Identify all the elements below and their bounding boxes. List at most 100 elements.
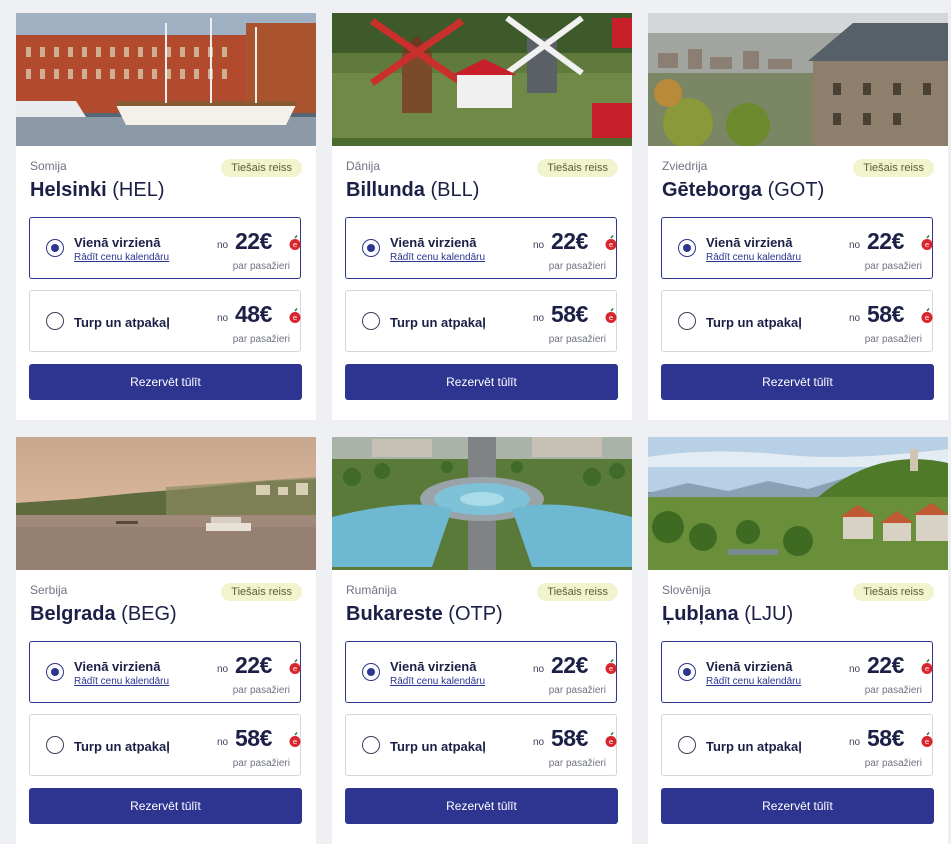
- one-way-label: Vienā virzienā: [390, 235, 477, 250]
- radio-button-checked[interactable]: [362, 239, 380, 257]
- from-label: no: [533, 313, 545, 324]
- one-way-option[interactable]: Vienā virzienā Rādīt cenu kalendāru no 2…: [345, 217, 617, 279]
- one-way-label: Vienā virzienā: [706, 659, 793, 674]
- radio-button-checked[interactable]: [678, 239, 696, 257]
- svg-text:e: e: [609, 665, 613, 673]
- country-label: Slovēnija: [662, 583, 711, 597]
- round-trip-price: 58€: [867, 725, 904, 751]
- destination-card[interactable]: Zviedrija Tiešais reiss Gēteborga (GOT) …: [648, 13, 948, 420]
- price-calendar-link[interactable]: Rādīt cenu kalendāru: [390, 676, 485, 687]
- per-passenger-label: par pasažieri: [864, 685, 922, 696]
- price-calendar-link[interactable]: Rādīt cenu kalendāru: [706, 676, 801, 687]
- radio-button-checked[interactable]: [362, 663, 380, 681]
- one-way-option[interactable]: Vienā virzienā Rādīt cenu kalendāru no 2…: [29, 217, 301, 279]
- country-label: Serbija: [30, 583, 68, 597]
- book-now-button[interactable]: Rezervēt tūlīt: [345, 364, 618, 400]
- destination-card[interactable]: Slovēnija Tiešais reiss Ļubļana (LJU) Vi…: [648, 437, 948, 844]
- one-way-option[interactable]: Vienā virzienā Rādīt cenu kalendāru no 2…: [661, 641, 933, 703]
- destination-card[interactable]: Serbija Tiešais reiss Belgrada (BEG) Vie…: [16, 437, 316, 844]
- destination-card[interactable]: Dānija Tiešais reiss Billunda (BLL) Vien…: [332, 13, 632, 420]
- radio-button[interactable]: [678, 312, 696, 330]
- destination-title: Ļubļana (LJU): [662, 603, 793, 626]
- radio-button-checked[interactable]: [46, 663, 64, 681]
- round-trip-option[interactable]: Turp un atpakaļ no 58€ e par pasažieri: [345, 714, 617, 776]
- book-now-button[interactable]: Rezervēt tūlīt: [661, 364, 934, 400]
- from-label: no: [217, 313, 229, 324]
- per-passenger-label: par pasažieri: [548, 685, 606, 696]
- from-label: no: [849, 313, 861, 324]
- round-trip-option[interactable]: Turp un atpakaļ no 58€ e par pasažieri: [661, 290, 933, 352]
- radio-button-checked[interactable]: [678, 663, 696, 681]
- radio-button[interactable]: [46, 736, 64, 754]
- svg-text:e: e: [925, 241, 929, 249]
- city-name: Bukareste: [346, 603, 443, 625]
- svg-text:e: e: [293, 665, 297, 673]
- country-label: Rumānija: [346, 583, 397, 597]
- round-trip-option[interactable]: Turp un atpakaļ no 58€ e par pasažieri: [29, 714, 301, 776]
- per-passenger-label: par pasažieri: [548, 334, 606, 345]
- round-trip-price: 48€: [235, 301, 272, 327]
- destination-card[interactable]: Somija Tiešais reiss Helsinki (HEL) Vien…: [16, 13, 316, 420]
- price-tag-icon: e: [921, 732, 933, 747]
- destination-photo[interactable]: [648, 13, 948, 146]
- round-trip-option[interactable]: Turp un atpakaļ no 58€ e par pasažieri: [345, 290, 617, 352]
- svg-text:e: e: [925, 738, 929, 746]
- destination-photo[interactable]: [332, 437, 632, 570]
- round-trip-option[interactable]: Turp un atpakaļ no 48€ e par pasažieri: [29, 290, 301, 352]
- round-trip-price: 58€: [551, 725, 588, 751]
- destination-photo[interactable]: [16, 437, 316, 570]
- destination-photo[interactable]: [648, 437, 948, 570]
- price-calendar-link[interactable]: Rādīt cenu kalendāru: [390, 252, 485, 263]
- price-calendar-link[interactable]: Rādīt cenu kalendāru: [74, 252, 169, 263]
- per-passenger-label: par pasažieri: [864, 261, 922, 272]
- destination-photo[interactable]: [332, 13, 632, 146]
- one-way-label: Vienā virzienā: [74, 235, 161, 250]
- destination-card[interactable]: Rumānija Tiešais reiss Bukareste (OTP) V…: [332, 437, 632, 844]
- one-way-price: 22€: [867, 228, 904, 254]
- destination-grid: Somija Tiešais reiss Helsinki (HEL) Vien…: [16, 13, 948, 844]
- one-way-label: Vienā virzienā: [706, 235, 793, 250]
- book-now-button[interactable]: Rezervēt tūlīt: [661, 788, 934, 824]
- price-calendar-link[interactable]: Rādīt cenu kalendāru: [74, 676, 169, 687]
- city-name: Helsinki: [30, 179, 107, 201]
- round-trip-label: Turp un atpakaļ: [390, 739, 486, 754]
- radio-button[interactable]: [46, 312, 64, 330]
- per-passenger-label: par pasažieri: [232, 685, 290, 696]
- airport-code: (GOT): [767, 179, 825, 201]
- svg-text:e: e: [293, 241, 297, 249]
- round-trip-label: Turp un atpakaļ: [74, 739, 170, 754]
- round-trip-option[interactable]: Turp un atpakaļ no 58€ e par pasažieri: [661, 714, 933, 776]
- price-tag-icon: e: [289, 308, 301, 323]
- radio-button[interactable]: [362, 312, 380, 330]
- price-tag-icon: e: [289, 235, 301, 250]
- city-name: Ļubļana: [662, 603, 739, 625]
- price-tag-icon: e: [605, 235, 617, 250]
- one-way-price: 22€: [235, 652, 272, 678]
- one-way-option[interactable]: Vienā virzienā Rādīt cenu kalendāru no 2…: [661, 217, 933, 279]
- price-tag-icon: e: [289, 659, 301, 674]
- book-now-button[interactable]: Rezervēt tūlīt: [29, 788, 302, 824]
- svg-text:e: e: [293, 314, 297, 322]
- from-label: no: [217, 737, 229, 748]
- one-way-option[interactable]: Vienā virzienā Rādīt cenu kalendāru no 2…: [29, 641, 301, 703]
- radio-button-checked[interactable]: [46, 239, 64, 257]
- book-now-button[interactable]: Rezervēt tūlīt: [29, 364, 302, 400]
- one-way-option[interactable]: Vienā virzienā Rādīt cenu kalendāru no 2…: [345, 641, 617, 703]
- svg-text:e: e: [293, 738, 297, 746]
- airport-code: (BLL): [430, 179, 480, 201]
- round-trip-label: Turp un atpakaļ: [390, 315, 486, 330]
- from-label: no: [849, 664, 861, 675]
- from-label: no: [533, 240, 545, 251]
- book-now-button[interactable]: Rezervēt tūlīt: [345, 788, 618, 824]
- radio-button[interactable]: [678, 736, 696, 754]
- round-trip-price: 58€: [551, 301, 588, 327]
- price-calendar-link[interactable]: Rādīt cenu kalendāru: [706, 252, 801, 263]
- destination-title: Billunda (BLL): [346, 179, 479, 202]
- radio-button[interactable]: [362, 736, 380, 754]
- price-tag-icon: e: [605, 732, 617, 747]
- direct-flight-badge: Tiešais reiss: [221, 159, 302, 177]
- from-label: no: [533, 737, 545, 748]
- price-tag-icon: e: [289, 732, 301, 747]
- destination-photo[interactable]: [16, 13, 316, 146]
- per-passenger-label: par pasažieri: [232, 334, 290, 345]
